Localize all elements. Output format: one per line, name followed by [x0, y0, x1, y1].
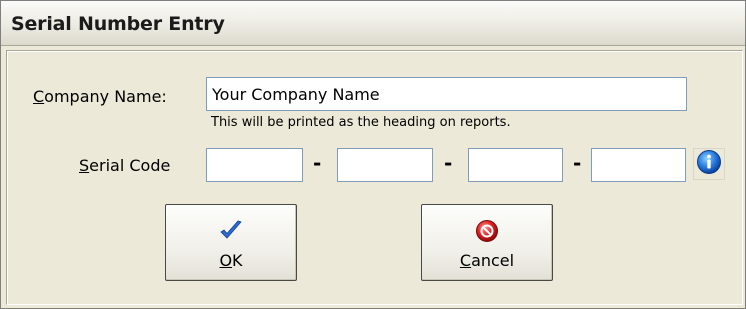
title-bar[interactable]: Serial Number Entry [1, 1, 745, 46]
serial-code-segment-2[interactable] [337, 148, 433, 182]
serial-code-label-accel: S [79, 156, 90, 175]
serial-code-segment-1[interactable] [206, 148, 303, 182]
serial-code-label: Serial Code [79, 156, 170, 175]
company-name-label: Company Name: [33, 87, 167, 106]
serial-separator-1: - [313, 151, 322, 175]
stop-icon [475, 219, 499, 247]
checkmark-icon [218, 219, 244, 247]
serial-code-segment-3[interactable] [468, 148, 563, 182]
cancel-button[interactable]: Cancel [421, 204, 553, 281]
company-name-label-accel: C [33, 87, 45, 106]
company-name-input[interactable] [206, 77, 687, 111]
info-icon [696, 149, 722, 179]
serial-code-segment-4[interactable] [591, 148, 686, 182]
company-name-hint: This will be printed as the heading on r… [211, 115, 511, 130]
cancel-button-label: Cancel [422, 251, 552, 270]
serial-number-dialog: Serial Number Entry Company Name: This w… [0, 0, 746, 309]
cancel-label-accel: C [459, 251, 472, 270]
cancel-label-rest: ancel [471, 251, 515, 270]
serial-separator-2: - [444, 151, 453, 175]
dialog-title: Serial Number Entry [11, 13, 225, 35]
serial-separator-3: - [573, 151, 582, 175]
ok-button-label: OK [166, 251, 296, 270]
serial-code-label-rest: erial Code [89, 156, 171, 175]
serial-info-button[interactable] [693, 148, 725, 180]
ok-button[interactable]: OK [165, 204, 297, 281]
ok-label-accel: O [219, 251, 233, 270]
company-name-label-rest: ompany Name: [44, 87, 167, 106]
ok-label-rest: K [232, 251, 243, 270]
